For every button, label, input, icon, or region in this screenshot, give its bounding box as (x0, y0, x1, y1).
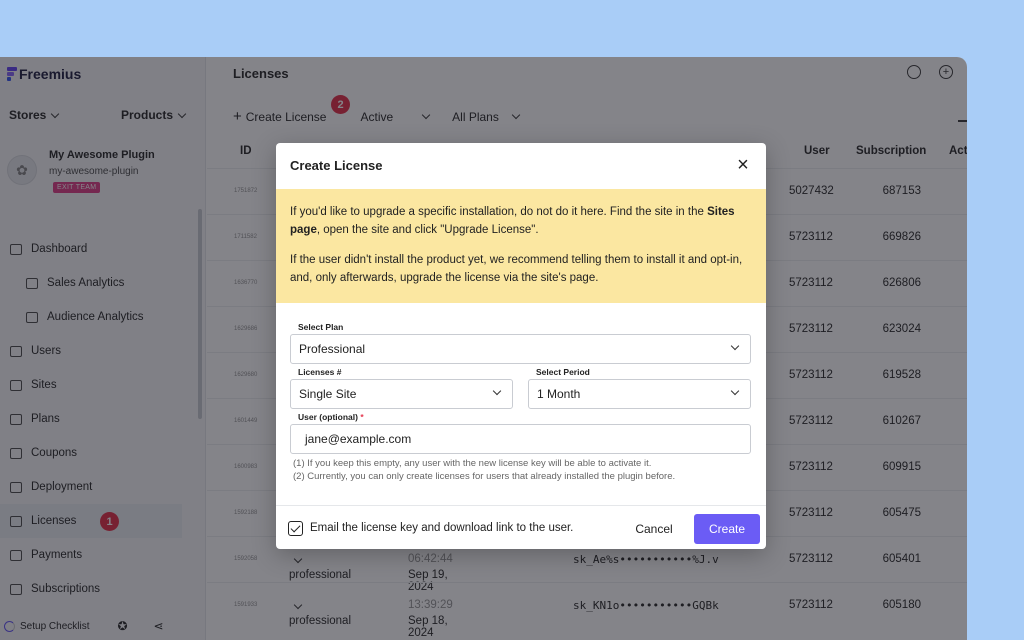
notice-text: , open the site and click "Upgrade Licen… (316, 224, 539, 236)
chevron-down-icon (730, 386, 740, 396)
dialog-footer: Email the license key and download link … (276, 505, 766, 549)
notice-paragraph-1: If you'd like to upgrade a specific inst… (290, 203, 752, 239)
notice-paragraph-2: If the user didn't install the product y… (290, 254, 743, 284)
user-field-label: User (optional) * (298, 412, 364, 422)
email-license-label[interactable]: Email the license key and download link … (310, 522, 573, 534)
chevron-down-icon (730, 341, 740, 351)
hint-line-1: (1) If you keep this empty, any user wit… (293, 458, 652, 469)
cancel-button[interactable]: Cancel (624, 514, 684, 544)
user-field-hint: (1) If you keep this empty, any user wit… (293, 458, 675, 483)
upgrade-notice: If you'd like to upgrade a specific inst… (276, 189, 766, 303)
licenses-count-value: Single Site (299, 387, 357, 401)
required-mark: * (360, 412, 364, 422)
create-button[interactable]: Create (694, 514, 760, 544)
hint-line-2: (2) Currently, you can only create licen… (293, 470, 676, 482)
chevron-down-icon (492, 386, 502, 396)
select-plan-dropdown[interactable]: Professional (290, 334, 751, 364)
select-period-dropdown[interactable]: 1 Month (528, 379, 751, 409)
select-period-label: Select Period (536, 367, 590, 377)
select-plan-label: Select Plan (298, 322, 344, 332)
dialog-title: Create License (290, 158, 383, 173)
close-icon[interactable]: × (732, 154, 754, 176)
select-period-value: 1 Month (537, 387, 581, 401)
create-license-dialog: Create License × If you'd like to upgrad… (276, 143, 766, 549)
select-plan-value: Professional (299, 342, 366, 356)
user-label-text: User (optional) (298, 412, 358, 422)
licenses-count-label: Licenses # (298, 367, 342, 377)
licenses-count-dropdown[interactable]: Single Site (290, 379, 513, 409)
notice-text: If you'd like to upgrade a specific inst… (290, 206, 708, 218)
user-email-value: jane@example.com (305, 432, 412, 446)
user-email-input[interactable]: jane@example.com (290, 424, 751, 454)
email-license-checkbox[interactable] (288, 521, 303, 536)
